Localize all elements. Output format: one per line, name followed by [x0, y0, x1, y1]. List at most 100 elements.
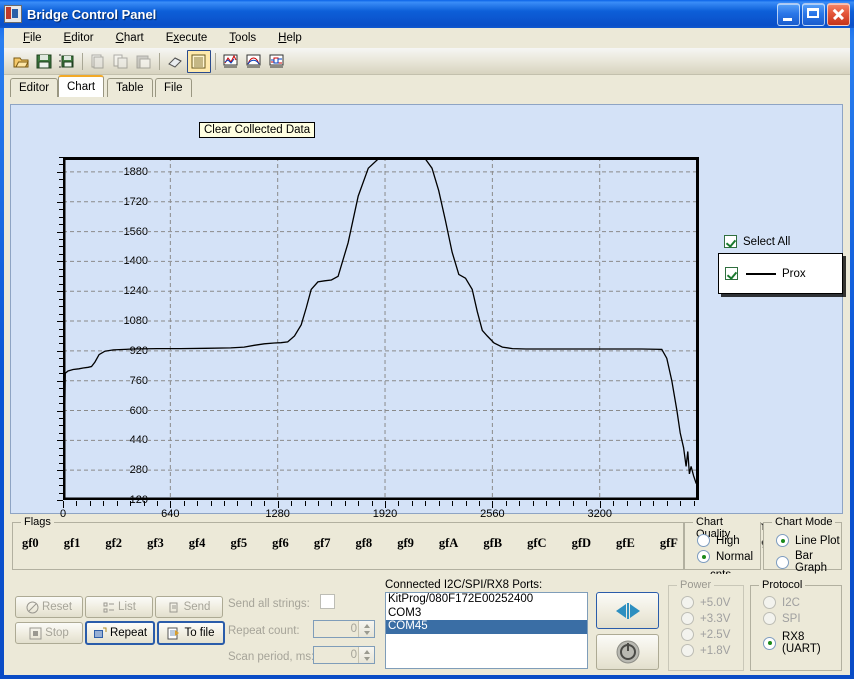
x-tick-label: 2560	[480, 508, 505, 520]
send-all-strings-label: Send all strings:	[228, 598, 310, 610]
ports-list[interactable]: KitProg/080F172E00252400 COM3 COM45	[385, 592, 588, 669]
copy-icon	[110, 51, 132, 72]
chart-step-icon[interactable]	[266, 51, 288, 72]
flag-gf5[interactable]: gf5	[230, 536, 247, 551]
flag-gf1[interactable]: gf1	[64, 536, 81, 551]
x-minor-tick	[250, 501, 252, 506]
x-minor-tick	[224, 501, 225, 506]
protocol-option-i2c: I2C	[757, 596, 841, 609]
flag-gfF[interactable]: gfF	[660, 536, 678, 551]
list-view-icon[interactable]	[187, 49, 211, 73]
chart-curve-icon[interactable]	[243, 51, 265, 72]
flag-gf8[interactable]: gf8	[356, 536, 373, 551]
save-icon[interactable]	[33, 51, 55, 72]
scan-period-stepper: 0	[313, 646, 375, 664]
close-button[interactable]	[827, 2, 850, 26]
window-title: Bridge Control Panel	[27, 6, 157, 22]
select-all-checkbox[interactable]	[724, 235, 737, 248]
power-2v5-radio	[681, 628, 694, 641]
x-minor-tick	[546, 501, 548, 506]
tab-editor[interactable]: Editor	[10, 78, 59, 97]
maximize-button[interactable]	[802, 2, 825, 26]
x-minor-tick	[519, 501, 521, 506]
flag-gfD[interactable]: gfD	[572, 536, 591, 551]
open-icon[interactable]	[10, 51, 32, 72]
chart-mode-title: Chart Mode	[772, 516, 836, 528]
tab-chart[interactable]: Chart	[58, 75, 105, 97]
eraser-icon[interactable]	[164, 51, 186, 72]
chart-plot-area[interactable]	[63, 157, 699, 500]
tab-table[interactable]: Table	[107, 78, 153, 97]
x-minor-tick	[666, 501, 668, 506]
repeat-count-label: Repeat count:	[228, 625, 300, 637]
to-file-button[interactable]: To file	[157, 621, 225, 645]
flags-group: Flags gf0 gf1 gf2 gf3 gf4 gf5 gf6 gf7 gf8 gf9 gfA g…	[12, 516, 684, 570]
legend-select-all[interactable]: Select All	[724, 235, 790, 248]
menu-chart[interactable]: Chart	[105, 30, 155, 46]
stop-icon	[29, 627, 42, 639]
quality-high-radio[interactable]	[697, 534, 710, 547]
i2c-label: I2C	[782, 596, 800, 609]
flags-title: Flags	[21, 516, 54, 528]
series-checkbox-prox[interactable]	[725, 267, 738, 280]
flag-gfB[interactable]: gfB	[483, 536, 502, 551]
flag-gfE[interactable]: gfE	[616, 536, 635, 551]
x-minor-tick	[76, 501, 78, 506]
power-2v5-label: +2.5V	[700, 628, 731, 641]
power-title: Power	[677, 579, 715, 591]
list-icon	[103, 602, 115, 612]
menu-tools[interactable]: Tools	[218, 30, 267, 46]
flag-gf0[interactable]: gf0	[22, 536, 39, 551]
cut-icon	[87, 51, 109, 72]
quality-option-high[interactable]: High	[691, 534, 753, 547]
flags-row: gf0 gf1 gf2 gf3 gf4 gf5 gf6 gf7 gf8 gf9 gfA gfB gfC g…	[22, 536, 678, 551]
line-plot-radio[interactable]	[776, 534, 789, 547]
menu-execute[interactable]: Execute	[155, 30, 219, 46]
menu-file[interactable]: File	[12, 30, 53, 46]
flag-gf9[interactable]: gf9	[397, 536, 414, 551]
x-minor-tick	[130, 501, 132, 506]
series-line-swatch	[746, 272, 776, 275]
flag-gfA[interactable]: gfA	[439, 536, 458, 551]
flag-gfC[interactable]: gfC	[527, 536, 546, 551]
application-window: Bridge Control Panel File Editor Chart E…	[0, 0, 854, 679]
tab-strip: Editor Chart Table File	[4, 75, 850, 97]
menu-editor[interactable]: Editor	[53, 30, 105, 46]
power-3v3-radio	[681, 612, 694, 625]
chart-scatter-icon[interactable]	[220, 51, 242, 72]
connect-button[interactable]	[596, 592, 659, 629]
protocol-option-rx8[interactable]: RX8 (UART)	[757, 631, 841, 655]
x-minor-tick	[465, 501, 467, 506]
quality-option-normal[interactable]: Normal	[691, 550, 753, 563]
flag-gf2[interactable]: gf2	[105, 536, 122, 551]
tab-file[interactable]: File	[155, 78, 192, 97]
x-minor-tick	[183, 501, 185, 506]
repeat-button[interactable]: Repeat	[85, 621, 155, 645]
mode-option-bar-graph[interactable]: Bar Graph	[770, 550, 841, 574]
flag-gf7[interactable]: gf7	[314, 536, 331, 551]
list-item[interactable]: KitProg/080F172E00252400	[386, 593, 587, 607]
repeat-count-value: 0	[350, 623, 357, 635]
send-button: Send	[155, 596, 223, 618]
list-item[interactable]: COM45	[386, 620, 587, 634]
flag-gf3[interactable]: gf3	[147, 536, 164, 551]
x-minor-tick	[639, 501, 641, 506]
menu-help[interactable]: Help	[267, 30, 313, 46]
flag-gf4[interactable]: gf4	[189, 536, 206, 551]
x-minor-tick	[693, 501, 695, 506]
quality-normal-radio[interactable]	[697, 550, 710, 563]
toolbar-separator-1	[79, 51, 86, 72]
mode-option-line-plot[interactable]: Line Plot	[770, 534, 841, 547]
legend-list[interactable]: Prox	[718, 253, 843, 294]
rx8-radio[interactable]	[763, 636, 776, 650]
repeat-count-stepper: 0	[313, 620, 375, 638]
power-button[interactable]	[596, 634, 659, 670]
bar-graph-radio[interactable]	[776, 555, 789, 569]
list-item[interactable]: COM3	[386, 607, 587, 621]
save-as-icon[interactable]	[56, 51, 78, 72]
x-minor-tick	[653, 501, 655, 506]
x-minor-tick	[599, 501, 601, 508]
minimize-button[interactable]	[777, 2, 800, 26]
flag-gf6[interactable]: gf6	[272, 536, 289, 551]
x-minor-tick	[680, 501, 682, 506]
